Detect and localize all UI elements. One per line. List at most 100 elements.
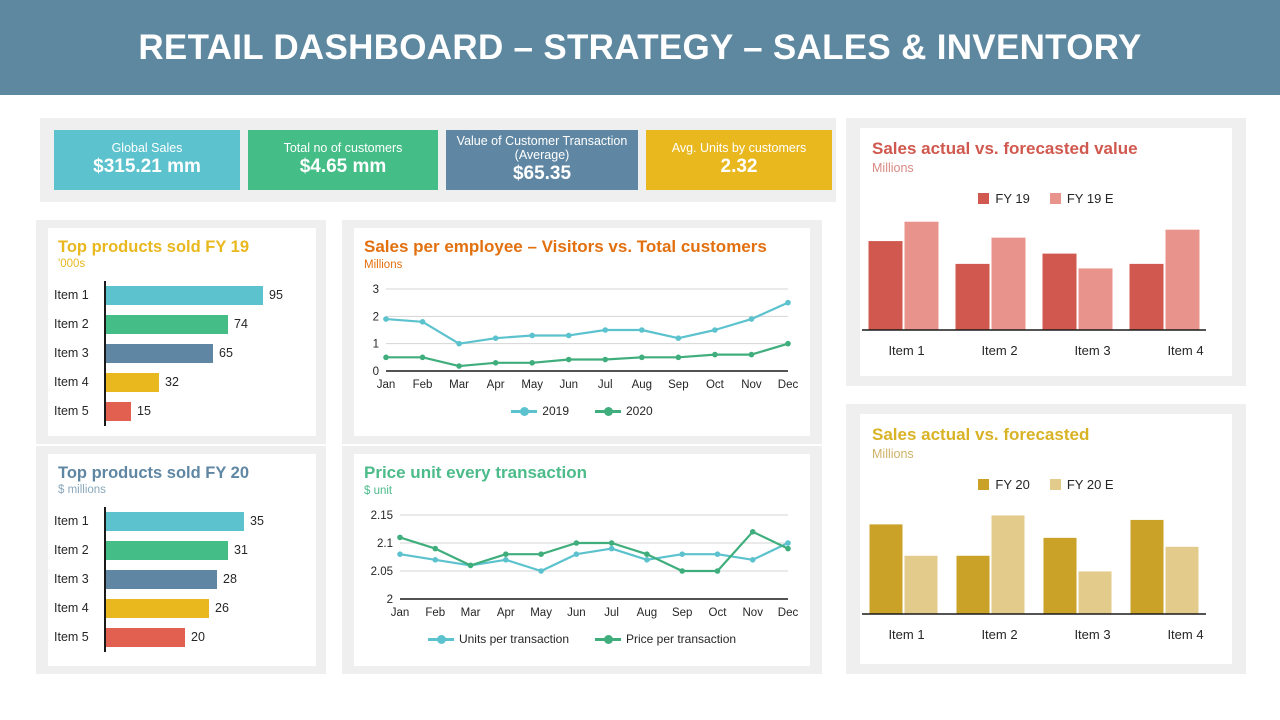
data-point[interactable] xyxy=(383,354,389,361)
data-point[interactable] xyxy=(785,300,791,306)
bar[interactable] xyxy=(956,556,990,615)
data-point[interactable] xyxy=(714,568,721,575)
legend-item[interactable]: 2019 xyxy=(511,404,569,418)
bar-fill[interactable] xyxy=(106,285,263,305)
bar-fill[interactable] xyxy=(106,314,228,334)
data-point[interactable] xyxy=(639,354,645,361)
bar-fill[interactable] xyxy=(106,511,244,531)
data-point[interactable] xyxy=(456,341,462,347)
data-point[interactable] xyxy=(639,327,645,334)
data-point[interactable] xyxy=(749,529,756,535)
legend-item[interactable]: Price per transaction xyxy=(595,632,736,646)
bar-fill[interactable] xyxy=(106,627,185,647)
data-point[interactable] xyxy=(467,562,474,569)
data-point[interactable] xyxy=(608,546,615,552)
bar-fill[interactable] xyxy=(106,569,217,589)
bar-fill[interactable] xyxy=(106,372,159,392)
data-point[interactable] xyxy=(383,316,389,323)
bar-row: Item 4 32 xyxy=(48,367,316,397)
data-point[interactable] xyxy=(503,551,509,558)
bar[interactable] xyxy=(1165,547,1199,615)
category-label: Item 2 xyxy=(981,627,1018,643)
bar[interactable] xyxy=(1043,538,1077,615)
bar[interactable] xyxy=(1129,264,1164,331)
legend-item[interactable]: FY 19 E xyxy=(1049,191,1114,206)
data-point[interactable] xyxy=(608,540,615,547)
data-point[interactable] xyxy=(529,332,535,339)
data-point[interactable] xyxy=(492,360,499,366)
data-point[interactable] xyxy=(419,354,426,361)
data-point[interactable] xyxy=(432,546,439,552)
data-point[interactable] xyxy=(602,357,609,363)
bar-fill[interactable] xyxy=(106,540,228,560)
bar[interactable] xyxy=(1078,268,1113,331)
data-point[interactable] xyxy=(565,357,572,363)
data-point[interactable] xyxy=(397,534,403,541)
legend-item[interactable]: 2020 xyxy=(595,404,653,418)
bar[interactable] xyxy=(955,264,990,331)
legend-item[interactable]: FY 19 xyxy=(978,191,1030,206)
data-point[interactable] xyxy=(432,557,439,563)
bar[interactable] xyxy=(991,238,1026,331)
kpi-card-3[interactable]: Value of Customer Transaction (Average) $… xyxy=(446,130,638,190)
bar[interactable] xyxy=(868,241,903,331)
data-point[interactable] xyxy=(785,341,791,347)
data-point[interactable] xyxy=(456,363,462,370)
data-point[interactable] xyxy=(503,557,509,563)
data-point[interactable] xyxy=(492,335,499,342)
bar[interactable] xyxy=(1042,254,1077,331)
data-point[interactable] xyxy=(529,360,535,366)
data-point[interactable] xyxy=(714,551,721,558)
data-point[interactable] xyxy=(785,540,791,547)
data-point[interactable] xyxy=(785,546,791,552)
x-tick-label: Apr xyxy=(497,607,515,619)
data-point[interactable] xyxy=(748,352,755,358)
bar[interactable] xyxy=(869,524,903,615)
kpi-card-4[interactable]: Avg. Units by customers 2.32 xyxy=(646,130,832,190)
bar[interactable] xyxy=(904,556,938,615)
bar[interactable] xyxy=(991,515,1025,615)
category-label: Item 2 xyxy=(981,343,1018,359)
data-point[interactable] xyxy=(397,551,403,558)
data-point[interactable] xyxy=(675,354,682,361)
bar-row: Item 2 31 xyxy=(48,535,316,565)
data-point[interactable] xyxy=(749,557,756,563)
sales-actual-value-legend: FY 19 FY 19 E xyxy=(860,191,1232,206)
data-point[interactable] xyxy=(679,568,685,575)
series-line[interactable] xyxy=(386,342,789,368)
bar-fill[interactable] xyxy=(106,401,131,421)
data-point[interactable] xyxy=(675,335,682,342)
legend-item[interactable]: FY 20 xyxy=(978,477,1030,492)
data-point[interactable] xyxy=(644,557,650,563)
data-point[interactable] xyxy=(602,327,609,334)
data-point[interactable] xyxy=(419,319,426,325)
kpi-card-2[interactable]: Total no of customers $4.65 mm xyxy=(248,130,438,190)
bar-track: 74 xyxy=(104,309,316,339)
kpi-card-1[interactable]: Global Sales $315.21 mm xyxy=(54,130,240,190)
data-point[interactable] xyxy=(573,551,580,558)
data-point[interactable] xyxy=(538,551,544,558)
bar-track: 28 xyxy=(104,564,316,594)
data-point[interactable] xyxy=(712,327,718,334)
bar-category-label: Item 4 xyxy=(54,601,89,616)
sales-per-employee-subtitle: Millions xyxy=(364,258,403,271)
data-point[interactable] xyxy=(712,352,718,358)
data-point[interactable] xyxy=(679,551,685,558)
data-point[interactable] xyxy=(573,540,580,547)
bar[interactable] xyxy=(904,222,939,331)
legend-line-swatch xyxy=(595,634,621,644)
bar[interactable] xyxy=(1165,230,1200,331)
data-point[interactable] xyxy=(748,316,755,323)
bar[interactable] xyxy=(1130,520,1164,615)
bar-fill[interactable] xyxy=(106,343,213,363)
bar[interactable] xyxy=(1078,571,1112,615)
series-line[interactable] xyxy=(385,301,789,346)
legend-item[interactable]: FY 20 E xyxy=(1049,477,1114,492)
legend-item[interactable]: Units per transaction xyxy=(427,632,569,646)
kpi-label: Total no of customers xyxy=(283,140,403,155)
data-point[interactable] xyxy=(644,551,650,558)
data-point[interactable] xyxy=(538,568,544,575)
bar-category-label: Item 5 xyxy=(54,404,89,419)
data-point[interactable] xyxy=(565,332,572,339)
bar-fill[interactable] xyxy=(106,598,209,618)
